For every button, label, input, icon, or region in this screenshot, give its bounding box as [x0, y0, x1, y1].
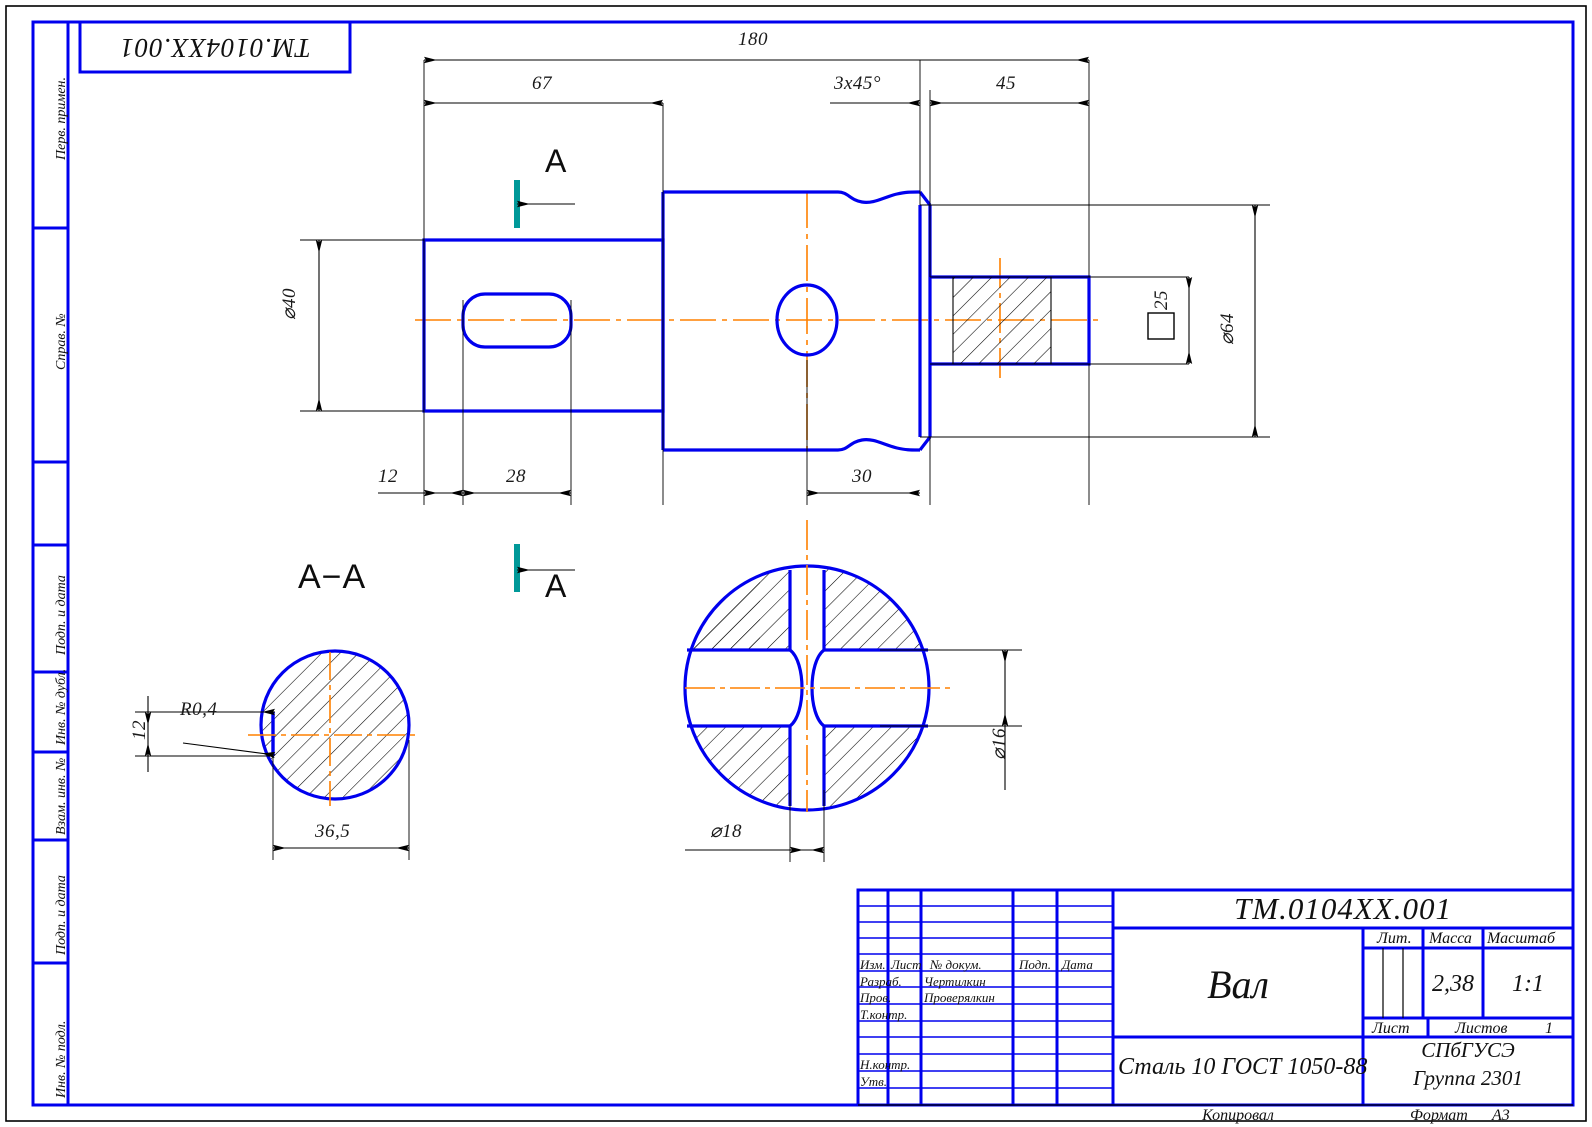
- titleblock-sheets-label: Листов: [1455, 1020, 1508, 1037]
- dim-section-width: 36,5: [315, 821, 351, 842]
- titleblock-mass-value: 2,38: [1432, 971, 1474, 997]
- drawing-geometry: [5, 5, 1587, 1122]
- side-label-sprav-no: Справ. №: [54, 313, 69, 370]
- drawing-sheet: ТМ.0104ХХ.001 Перв. примен. Справ. № Под…: [0, 0, 1592, 1127]
- dim-chamfer: 3x45°: [834, 73, 882, 94]
- side-label-podp-data-2: Подп. и дата: [54, 875, 69, 955]
- titleblock-part-name: Вал: [1207, 962, 1269, 1007]
- titleblock-format-label: Формат: [1410, 1107, 1468, 1124]
- side-label-inv-dubl: Инв. № дубл.: [54, 668, 69, 745]
- titleblock-header-data: Дата: [1062, 957, 1093, 972]
- dim-section-flat-width: 12: [129, 720, 150, 740]
- dim-section-radius: R0,4: [180, 699, 218, 720]
- dim-flange-diameter: ⌀64: [1217, 313, 1238, 345]
- dim-right-step-length: 45: [996, 73, 1016, 94]
- titleblock-role-razrab: Разраб.: [860, 974, 902, 989]
- section-view-title: A−A: [298, 558, 367, 596]
- titleblock-header-izm: Изм.: [860, 957, 886, 972]
- dim-hole-position: 30: [852, 466, 872, 487]
- side-label-inv-podl: Инв. № подл.: [54, 1020, 69, 1098]
- dim-left-step-length: 67: [532, 73, 552, 94]
- titleblock-sheet-label: Лист: [1372, 1020, 1410, 1037]
- titleblock-copied-label: Копировал: [1202, 1107, 1274, 1124]
- dim-keyway-length: 28: [506, 466, 526, 487]
- dim-bore-diameter: ⌀16: [989, 728, 1010, 760]
- titleblock-role-tkontr: Т.контр.: [860, 1007, 908, 1022]
- titleblock-organization-line1: СПбГУСЭ: [1421, 1038, 1515, 1062]
- titleblock-header-podp: Подп.: [1019, 957, 1052, 972]
- titleblock-organization-line2: Группа 2301: [1413, 1066, 1523, 1090]
- titleblock-sheets-value: 1: [1545, 1020, 1553, 1037]
- titleblock-scale-value: 1:1: [1512, 971, 1544, 997]
- titleblock-header-nomer-dokum: № докум.: [930, 957, 982, 972]
- corner-doc-number: ТМ.0104ХХ.001: [119, 33, 311, 63]
- titleblock-header-massa: Масса: [1429, 930, 1472, 947]
- titleblock-doc-number: ТМ.0104ХХ.001: [1234, 891, 1452, 926]
- side-label-vzam-inv: Взам. инв. №: [54, 757, 69, 835]
- side-label-perv-primen: Перв. примен.: [54, 77, 69, 160]
- dim-square-size: 25: [1151, 290, 1172, 310]
- dim-keyway-offset: 12: [378, 466, 398, 487]
- titleblock-name-razrab: Чертилкин: [924, 974, 986, 989]
- dim-overall-length: 180: [738, 29, 768, 50]
- titleblock-role-nkontr: Н.контр.: [860, 1057, 911, 1072]
- section-letter-top: A: [545, 143, 567, 179]
- titleblock-header-lit: Лит.: [1377, 930, 1412, 947]
- titleblock-header-masshtab: Масштаб: [1487, 930, 1556, 947]
- titleblock-header-list: Лист: [891, 957, 922, 972]
- section-letter-bottom: A: [545, 568, 567, 604]
- dim-big-diameter: ⌀40: [279, 288, 300, 320]
- titleblock-format-value: А3: [1492, 1107, 1510, 1124]
- titleblock-name-prov: Проверялкин: [924, 990, 995, 1005]
- dim-hub-diameter: ⌀18: [710, 821, 742, 842]
- titleblock-role-utv: Утв.: [860, 1074, 888, 1089]
- titleblock-role-prov: Пров.: [860, 990, 892, 1005]
- titleblock-material: Сталь 10 ГОСТ 1050-88: [1118, 1054, 1368, 1080]
- side-label-podp-data-1: Подп. и дата: [54, 575, 69, 655]
